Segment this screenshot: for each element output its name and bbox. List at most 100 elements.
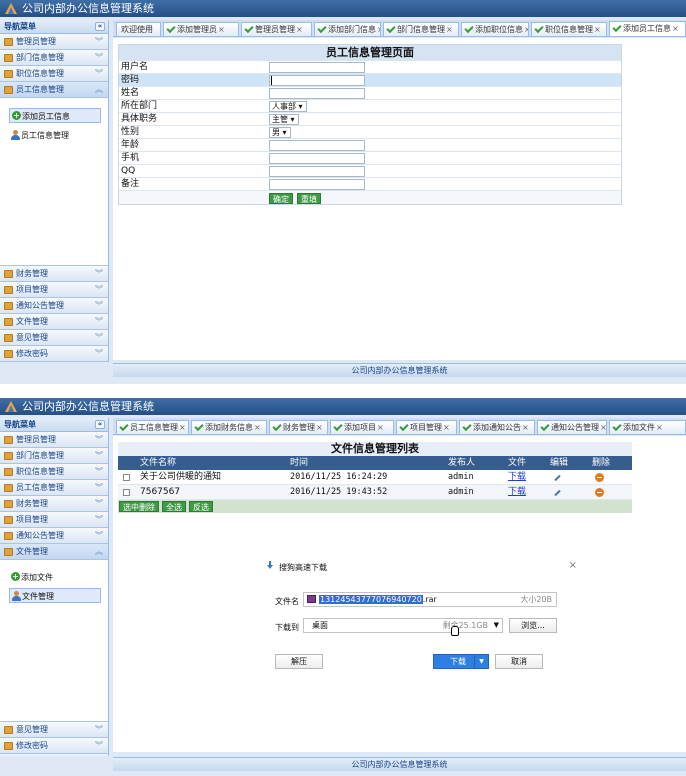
close-icon[interactable]: ×	[377, 25, 380, 34]
close-icon[interactable]: ×	[218, 25, 225, 34]
invert-selection-button[interactable]: 反选	[189, 501, 213, 512]
job-select[interactable]: 主管 ▾	[269, 114, 299, 125]
close-icon[interactable]: ×	[443, 423, 450, 432]
tab[interactable]: 添加管理员×	[163, 22, 239, 36]
tab[interactable]: 添加文件×	[609, 420, 686, 434]
sidebar-item[interactable]: 部门信息管理 ︾	[0, 50, 108, 66]
form-input[interactable]	[269, 166, 365, 177]
collapse-icon[interactable]: «	[95, 420, 105, 429]
download-link[interactable]: 下载	[508, 470, 526, 485]
gender-select[interactable]: 男 ▾	[269, 127, 291, 138]
submenu-add-file[interactable]: + 添加文件	[9, 570, 101, 585]
submenu-file-manage[interactable]: 文件管理	[9, 588, 101, 603]
tab[interactable]: 添加部门信息×	[314, 22, 381, 36]
tab[interactable]: 欢迎使用	[116, 22, 161, 36]
form-input[interactable]	[269, 88, 365, 99]
app-titlebar: 公司内部办公信息管理系统	[0, 0, 686, 17]
submenu-employee-manage[interactable]: 员工信息管理	[9, 128, 101, 143]
sidebar-item[interactable]: 通知公告管理 ︾	[0, 528, 108, 544]
sidebar-item[interactable]: 管理员管理 ︾	[0, 432, 108, 448]
chevron-down-icon[interactable]: ▼	[474, 655, 488, 668]
user-icon	[12, 591, 21, 601]
tab[interactable]: 添加职位信息×	[461, 22, 529, 36]
close-icon[interactable]: ×	[656, 423, 663, 432]
select-all-button[interactable]: 全选	[162, 501, 186, 512]
close-icon[interactable]: ×	[600, 423, 606, 432]
row-checkbox[interactable]	[123, 474, 130, 481]
tab[interactable]: 添加财务信息×	[191, 420, 267, 434]
delete-icon[interactable]	[595, 473, 604, 482]
tab[interactable]: 通知公告管理×	[537, 420, 607, 434]
edit-pencil-icon[interactable]	[554, 489, 561, 497]
sidebar-item-label: 项目管理	[16, 515, 48, 524]
sidebar-item[interactable]: 职位信息管理 ︾	[0, 464, 108, 480]
tab[interactable]: 财务管理×	[269, 420, 328, 434]
dept-select[interactable]: 人事部 ▾	[269, 101, 307, 112]
sidebar-item[interactable]: 项目管理 ︾	[0, 282, 108, 298]
delete-selected-button[interactable]: 选中删除	[119, 501, 159, 512]
edit-pencil-icon[interactable]	[554, 474, 561, 482]
delete-icon[interactable]	[595, 488, 604, 497]
form-input[interactable]	[269, 140, 365, 151]
close-icon[interactable]: ×	[594, 25, 601, 34]
table-title: 文件信息管理列表	[118, 442, 632, 456]
tab[interactable]: 职位信息管理×	[531, 22, 607, 36]
sidebar-item[interactable]: 部门信息管理 ︾	[0, 448, 108, 464]
tab[interactable]: 添加员工信息×	[609, 21, 686, 36]
check-icon	[540, 423, 550, 433]
file-table: 文件信息管理列表 文件名称 时间 发布人 文件 编辑 删除 关于公司供暖的通知 2…	[118, 442, 632, 513]
sidebar-item[interactable]: 管理员管理 ︾	[0, 34, 108, 50]
sidebar-item[interactable]: 文件管理 ︾	[0, 314, 108, 330]
row-checkbox[interactable]	[123, 489, 130, 496]
close-icon[interactable]: ×	[254, 423, 261, 432]
sidebar-item[interactable]: 员工信息管理 ︾	[0, 480, 108, 496]
close-icon[interactable]: ×	[672, 24, 679, 33]
reset-button[interactable]: 重填	[297, 193, 321, 204]
sidebar-item[interactable]: 修改密码 ︾	[0, 738, 108, 754]
sidebar-item[interactable]: 修改密码 ︾	[0, 346, 108, 362]
file-time: 2016/11/25 16:24:29	[290, 472, 388, 482]
filename-selected-text: 131245437770769407​20	[319, 595, 423, 604]
sidebar-item[interactable]: 财务管理 ︾	[0, 496, 108, 512]
collapse-icon[interactable]: «	[95, 22, 105, 31]
cancel-button[interactable]: 取消	[495, 654, 543, 669]
close-icon[interactable]: ×	[524, 25, 528, 34]
saveto-select[interactable]: 桌面 剩余25.1GB ▼	[303, 618, 503, 633]
close-icon[interactable]: ×	[446, 25, 453, 34]
sidebar-item[interactable]: 通知公告管理 ︾	[0, 298, 108, 314]
form-input[interactable]	[269, 75, 365, 86]
close-icon[interactable]: ×	[522, 423, 529, 432]
tab[interactable]: 添加通知公告×	[459, 420, 535, 434]
sidebar-item[interactable]: 职位信息管理 ︾	[0, 66, 108, 82]
chevron-down-icon: ▼	[493, 621, 499, 629]
sidebar-item[interactable]: 文件管理 ︽	[0, 544, 108, 560]
submenu-add-employee[interactable]: + 添加员工信息	[9, 108, 101, 123]
form-input[interactable]	[269, 179, 365, 190]
header-time: 时间	[290, 458, 309, 468]
sidebar-item[interactable]: 意见管理 ︾	[0, 330, 108, 346]
tab[interactable]: 管理员管理×	[241, 22, 312, 36]
form-input[interactable]	[269, 62, 365, 73]
tab[interactable]: 添加项目×	[330, 420, 394, 434]
browse-button[interactable]: 浏览...	[509, 618, 557, 633]
confirm-button[interactable]: 确定	[269, 193, 293, 204]
sidebar-item[interactable]: 意见管理 ︾	[0, 722, 108, 738]
download-button[interactable]: 下载 ▼	[433, 654, 489, 669]
close-icon[interactable]: ×	[296, 25, 303, 34]
close-icon[interactable]: ×	[316, 423, 323, 432]
plus-icon: +	[12, 111, 21, 120]
tab[interactable]: 部门信息管理×	[383, 22, 459, 36]
submenu-label: 添加员工信息	[22, 112, 70, 121]
sidebar-item[interactable]: 项目管理 ︾	[0, 512, 108, 528]
download-link[interactable]: 下载	[508, 485, 526, 500]
sidebar-item[interactable]: 员工信息管理 ︽	[0, 82, 108, 98]
close-icon[interactable]: ×	[377, 423, 384, 432]
form-input[interactable]	[269, 153, 365, 164]
close-icon[interactable]: ×	[569, 560, 577, 571]
close-icon[interactable]: ×	[179, 423, 186, 432]
sidebar-item[interactable]: 财务管理 ︾	[0, 266, 108, 282]
filename-field[interactable]: 131245437770769407​20.rar 大小20B	[303, 592, 557, 607]
tab[interactable]: 项目管理×	[396, 420, 457, 434]
unzip-button[interactable]: 解压	[275, 654, 323, 669]
tab[interactable]: 员工信息管理×	[116, 420, 189, 434]
